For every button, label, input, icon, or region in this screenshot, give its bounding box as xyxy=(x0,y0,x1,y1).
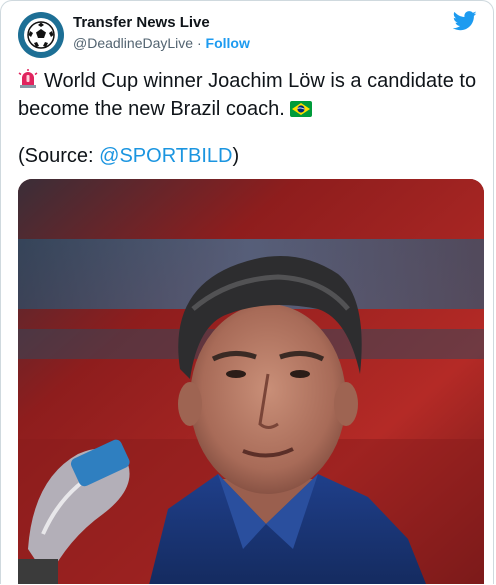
account-handle[interactable]: @DeadlineDayLive xyxy=(73,35,193,51)
source-mention-link[interactable]: @SPORTBILD xyxy=(99,145,232,167)
source-suffix: ) xyxy=(232,145,240,167)
soccer-ball-icon xyxy=(24,18,58,52)
account-name[interactable]: Transfer News Live xyxy=(73,14,210,31)
source-prefix: (Source: xyxy=(18,145,100,167)
tweet-card: Transfer News Live @DeadlineDayLive · Fo… xyxy=(0,0,494,584)
rotating-light-icon xyxy=(18,69,38,96)
tweet-body: World Cup winner Joachim Löw is a candid… xyxy=(18,70,477,120)
brazil-flag-icon xyxy=(290,98,313,120)
account-avatar[interactable] xyxy=(18,12,64,58)
tweet-photo[interactable] xyxy=(18,179,484,584)
tweet-text: World Cup winner Joachim Löw is a candid… xyxy=(18,68,488,122)
separator-dot: · xyxy=(193,35,206,51)
follow-button[interactable]: Follow xyxy=(206,35,250,51)
twitter-bird-icon[interactable] xyxy=(452,11,477,36)
handle-row: @DeadlineDayLive · Follow xyxy=(73,35,250,51)
coach-photo-illustration xyxy=(18,179,484,584)
tweet-source: (Source: @SPORTBILD) xyxy=(18,145,239,168)
